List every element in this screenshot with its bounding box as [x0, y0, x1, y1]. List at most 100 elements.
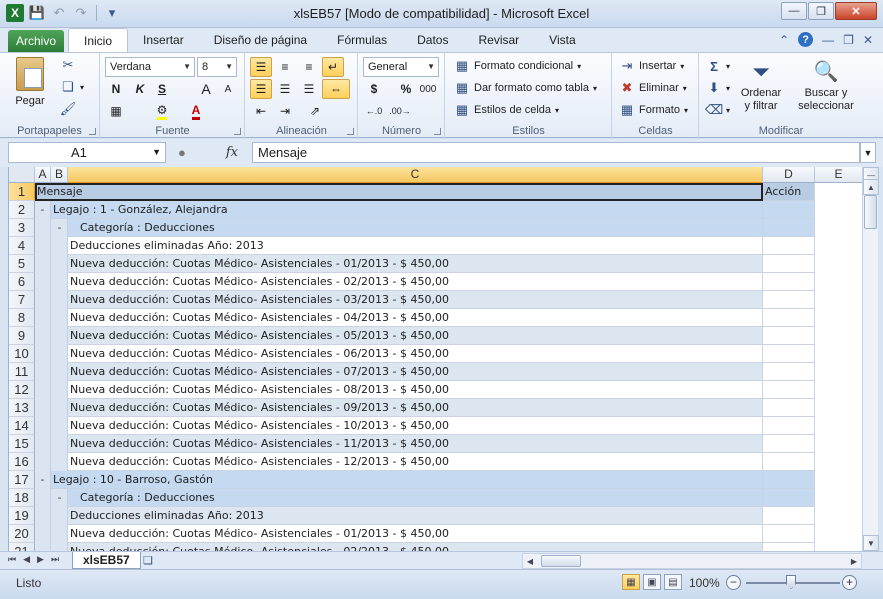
message-cell[interactable]: Nueva deducción: Cuotas Médico- Asistenc… — [68, 345, 763, 363]
column-header-d[interactable]: D — [763, 167, 815, 183]
action-cell[interactable] — [763, 291, 815, 309]
row-header[interactable]: 20 — [9, 525, 35, 543]
action-cell[interactable] — [763, 273, 815, 291]
message-cell[interactable]: Deducciones eliminadas Año: 2013 — [68, 507, 763, 525]
message-cell[interactable]: Nueva deducción: Cuotas Médico- Asistenc… — [68, 453, 763, 471]
format-painter-button[interactable]: 🖌 — [60, 101, 77, 117]
find-select-button[interactable]: 🔍 Buscar y seleccionar — [792, 57, 860, 113]
row-header[interactable]: 8 — [9, 309, 35, 327]
first-sheet-icon[interactable]: ⏮ — [8, 554, 16, 565]
message-cell[interactable]: Nueva deducción: Cuotas Médico- Asistenc… — [68, 327, 763, 345]
scroll-right-icon[interactable]: ▶ — [847, 554, 861, 568]
cut-button[interactable]: ✂ — [60, 57, 76, 73]
sort-filter-button[interactable]: ⏷ Ordenar y filtrar — [736, 57, 786, 113]
format-cells-button[interactable]: ▦ Formato ▾ — [619, 102, 688, 118]
column-header-a[interactable]: A — [35, 167, 51, 183]
action-cell[interactable] — [763, 363, 815, 381]
borders-button[interactable]: ▦ — [105, 101, 127, 121]
message-cell[interactable]: Nueva deducción: Cuotas Médico- Asistenc… — [68, 435, 763, 453]
decrease-indent-button[interactable]: ⇤ — [250, 101, 272, 121]
row-header[interactable]: 19 — [9, 507, 35, 525]
action-cell[interactable] — [763, 237, 815, 255]
autosum-button[interactable]: Σ ▾ — [706, 58, 730, 74]
message-cell[interactable]: Nueva deducción: Cuotas Médico- Asistenc… — [68, 363, 763, 381]
number-format-combo[interactable]: General ▼ — [363, 57, 439, 77]
conditional-format-button[interactable]: ▦ Formato condicional ▾ — [454, 58, 581, 74]
font-name-combo[interactable]: Verdana ▼ — [105, 57, 195, 77]
select-all-corner[interactable] — [9, 167, 35, 183]
column-header-c[interactable]: C — [68, 167, 763, 183]
row-header[interactable]: 9 — [9, 327, 35, 345]
delete-cells-button[interactable]: ✖ Eliminar ▾ — [619, 80, 687, 96]
align-middle-button[interactable]: ≡ — [274, 57, 296, 77]
horizontal-scrollbar[interactable]: ◀ ▶ — [522, 553, 862, 569]
tab-insertar[interactable]: Insertar — [128, 28, 199, 52]
wrap-text-button[interactable]: ↵ — [322, 57, 344, 77]
bold-button[interactable]: N — [105, 79, 127, 99]
row-header[interactable]: 13 — [9, 399, 35, 417]
cell-styles-button[interactable]: ▦ Estilos de celda ▾ — [454, 102, 559, 118]
copy-button[interactable]: ❏ ▾ — [60, 79, 84, 95]
zoom-in-icon[interactable]: + — [842, 575, 857, 590]
spreadsheet-grid[interactable]: ABCDE 1 Mensaje Acción 2 Legajo : 1 - Gonzál… — [8, 167, 862, 551]
message-cell[interactable]: Nueva deducción: Cuotas Médico- Asistenc… — [68, 273, 763, 291]
font-color-button[interactable]: A — [185, 101, 207, 121]
numero-launcher-icon[interactable] — [434, 128, 441, 135]
align-left-button[interactable]: ☰ — [250, 79, 272, 99]
action-cell[interactable] — [763, 453, 815, 471]
tab-diseno-pagina[interactable]: Diseño de página — [199, 28, 322, 52]
collapse-group-icon[interactable]: - — [38, 475, 47, 486]
expand-formula-bar-icon[interactable]: ▼ — [860, 142, 876, 163]
message-cell[interactable]: Nueva deducción: Cuotas Médico- Asistenc… — [68, 255, 763, 273]
collapse-group-icon[interactable]: - — [38, 205, 47, 216]
row-header[interactable]: 4 — [9, 237, 35, 255]
message-cell[interactable]: Nueva deducción: Cuotas Médico- Asistenc… — [68, 309, 763, 327]
collapse-group-icon[interactable]: - — [55, 493, 64, 504]
message-cell[interactable]: Categoría : Deducciones — [68, 489, 763, 507]
scroll-down-icon[interactable]: ▼ — [863, 535, 879, 551]
column-header-e[interactable]: E — [815, 167, 862, 183]
message-cell[interactable]: Deducciones eliminadas Año: 2013 — [68, 237, 763, 255]
align-right-button[interactable]: ☰ — [298, 79, 320, 99]
row-header[interactable]: 16 — [9, 453, 35, 471]
page-break-view-icon[interactable]: ▤ — [664, 574, 682, 590]
scroll-up-icon[interactable]: ▲ — [863, 179, 879, 195]
row-header[interactable]: 18 — [9, 489, 35, 507]
tab-formulas[interactable]: Fórmulas — [322, 28, 402, 52]
percent-button[interactable]: % — [395, 79, 417, 99]
next-sheet-icon[interactable]: ▶ — [37, 554, 44, 565]
action-cell[interactable] — [763, 417, 815, 435]
insert-function-icon[interactable]: fx — [226, 145, 238, 160]
row-header[interactable]: 10 — [9, 345, 35, 363]
row-header[interactable]: 7 — [9, 291, 35, 309]
currency-button[interactable]: $ — [363, 79, 385, 99]
message-cell[interactable]: Nueva deducción: Cuotas Médico- Asistenc… — [68, 543, 763, 551]
doc-restore-icon[interactable]: ❐ — [843, 33, 854, 47]
action-cell[interactable] — [763, 525, 815, 543]
zoom-out-icon[interactable]: − — [726, 575, 741, 590]
tab-file[interactable]: Archivo — [8, 30, 64, 52]
scroll-left-icon[interactable]: ◀ — [523, 554, 537, 568]
prev-sheet-icon[interactable]: ◀ — [23, 554, 30, 565]
page-layout-view-icon[interactable]: ▣ — [643, 574, 661, 590]
message-cell[interactable]: Nueva deducción: Cuotas Médico- Asistenc… — [68, 417, 763, 435]
increase-decimal-button[interactable]: ←.0 — [363, 101, 385, 121]
row-header[interactable]: 3 — [9, 219, 35, 237]
align-center-button[interactable]: ☰ — [274, 79, 296, 99]
row-header[interactable]: 21 — [9, 543, 35, 551]
shrink-font-button[interactable]: A — [217, 79, 239, 99]
message-cell[interactable]: Nueva deducción: Cuotas Médico- Asistenc… — [68, 399, 763, 417]
vertical-scrollbar[interactable]: — ▲ ▼ — [862, 167, 879, 551]
row-header[interactable]: 12 — [9, 381, 35, 399]
action-cell[interactable] — [763, 435, 815, 453]
row-header[interactable]: 5 — [9, 255, 35, 273]
minimize-icon[interactable]: — — [781, 2, 807, 20]
header-cell-accion[interactable]: Acción — [763, 183, 815, 201]
action-cell[interactable] — [763, 471, 815, 489]
align-top-button[interactable]: ☰ — [250, 57, 272, 77]
tab-inicio[interactable]: Inicio — [68, 28, 129, 52]
zoom-slider-thumb[interactable] — [786, 575, 796, 589]
action-cell[interactable] — [763, 381, 815, 399]
message-cell[interactable]: Legajo : 10 - Barroso, Gastón — [51, 471, 763, 489]
message-cell[interactable]: Nueva deducción: Cuotas Médico- Asistenc… — [68, 381, 763, 399]
